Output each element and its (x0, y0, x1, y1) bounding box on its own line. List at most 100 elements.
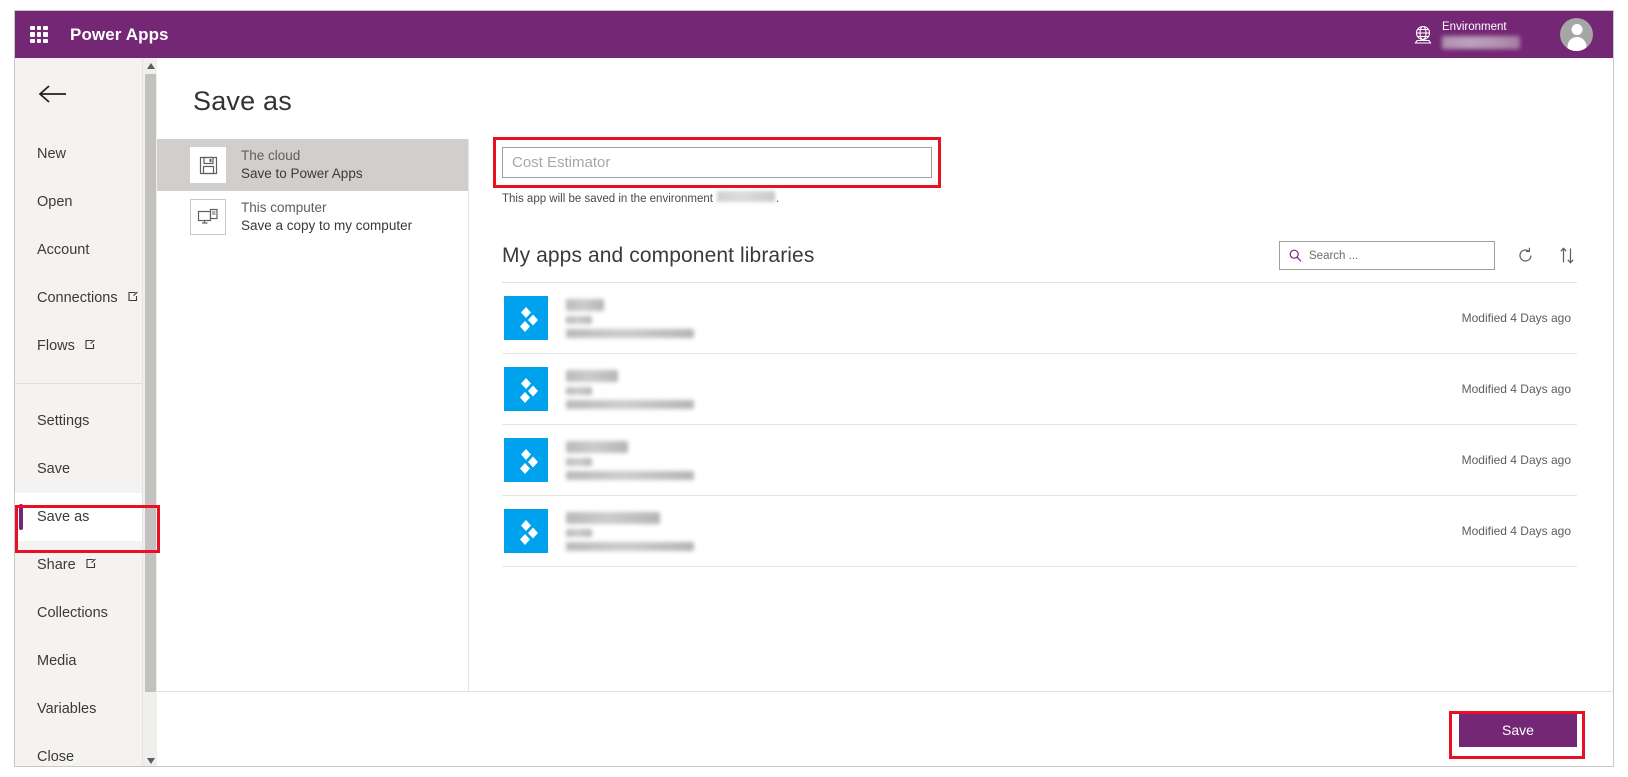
nav-items-list: New Open Account Connections Flows Setti… (15, 130, 157, 766)
save-as-form: This app will be saved in the environmen… (469, 137, 1613, 691)
environment-note-redacted-name (716, 191, 775, 202)
sidebar-item-save-as[interactable]: Save as (15, 493, 157, 541)
sidebar-item-label: Connections (37, 290, 118, 306)
sidebar-item-label: Save (37, 461, 71, 477)
sort-arrows-icon (1559, 247, 1574, 264)
table-row[interactable]: Modified 4 Days ago (502, 425, 1577, 496)
search-icon (1289, 249, 1302, 262)
app-detail-redacted (566, 328, 694, 338)
external-link-icon (85, 339, 95, 350)
table-row[interactable]: Modified 4 Days ago (502, 354, 1577, 425)
sidebar-scrollbar[interactable] (142, 58, 158, 766)
save-as-content: The cloud Save to Power Apps This comput… (157, 137, 1613, 691)
environment-label: Environment (1442, 21, 1507, 33)
apps-list-title: My apps and component libraries (502, 243, 815, 267)
external-link-icon (128, 291, 138, 302)
app-name-redacted (566, 369, 618, 382)
sidebar-scrollbar-thumb[interactable] (145, 74, 156, 692)
app-detail-redacted (566, 386, 592, 395)
sidebar-item-account[interactable]: Account (15, 226, 157, 274)
powerapps-logo-icon (504, 438, 548, 482)
environment-name-redacted (1442, 36, 1520, 49)
external-link-icon (86, 558, 96, 569)
app-meta (566, 369, 1462, 409)
search-input[interactable]: Search ... (1279, 241, 1495, 270)
sort-button[interactable] (1556, 245, 1577, 266)
sidebar-item-label: Account (37, 242, 90, 258)
sidebar-item-share[interactable]: Share (15, 541, 157, 589)
app-launcher-icon[interactable] (30, 25, 48, 44)
app-detail-redacted (566, 528, 592, 537)
sidebar-item-label: Settings (37, 413, 90, 429)
app-name-redacted (566, 511, 660, 524)
sidebar-item-open[interactable]: Open (15, 178, 157, 226)
app-modified-text: Modified 4 Days ago (1461, 311, 1571, 325)
environment-selector[interactable]: Environment (1413, 20, 1520, 49)
app-body: New Open Account Connections Flows Setti… (15, 58, 1613, 766)
destination-this-computer[interactable]: This computer Save a copy to my computer (157, 191, 468, 243)
apps-list-header: My apps and component libraries Search .… (502, 241, 1613, 270)
main-content-panel: Save as The cloud Save to Power Apps Thi… (157, 58, 1613, 766)
sidebar-item-label: Save as (37, 509, 90, 525)
app-detail-redacted (566, 315, 592, 324)
sidebar-item-label: Media (37, 653, 77, 669)
sidebar-item-connections[interactable]: Connections (15, 274, 157, 322)
refresh-icon (1519, 247, 1532, 262)
app-detail-redacted (566, 457, 592, 466)
sidebar-item-save[interactable]: Save (15, 445, 157, 493)
sidebar-item-new[interactable]: New (15, 130, 157, 178)
back-arrow-icon (38, 85, 66, 103)
app-name-redacted (566, 440, 628, 453)
sidebar-item-media[interactable]: Media (15, 637, 157, 685)
app-meta (566, 440, 1462, 480)
sidebar-item-close[interactable]: Close (15, 733, 157, 766)
sidebar-item-label: Open (37, 194, 73, 210)
table-row[interactable]: Modified 4 Days ago (502, 283, 1577, 354)
left-navigation-panel: New Open Account Connections Flows Setti… (15, 58, 160, 766)
scroll-down-arrow-icon[interactable] (143, 753, 158, 766)
app-meta (566, 298, 1462, 338)
app-modified-text: Modified 4 Days ago (1461, 524, 1571, 538)
app-modified-text: Modified 4 Days ago (1461, 453, 1571, 467)
environment-globe-icon (1414, 25, 1432, 44)
dialog-footer: Save (157, 691, 1613, 766)
topbar-right-group: Environment (1413, 11, 1613, 58)
app-detail-redacted (566, 541, 694, 551)
environment-note: This app will be saved in the environmen… (502, 191, 1613, 205)
page-title: Save as (193, 86, 292, 116)
destination-the-cloud[interactable]: The cloud Save to Power Apps (157, 139, 468, 191)
app-detail-redacted (566, 470, 694, 480)
scroll-up-arrow-icon[interactable] (143, 58, 158, 73)
back-button[interactable] (15, 58, 157, 130)
refresh-button[interactable] (1515, 245, 1536, 266)
save-button[interactable]: Save (1459, 713, 1577, 747)
sidebar-item-collections[interactable]: Collections (15, 589, 157, 637)
app-name-field-wrapper (493, 137, 941, 188)
sidebar-item-label: New (37, 146, 67, 162)
sidebar-item-variables[interactable]: Variables (15, 685, 157, 733)
powerapps-logo-icon (504, 367, 548, 411)
environment-note-suffix: . (775, 193, 780, 205)
sidebar-item-settings[interactable]: Settings (15, 397, 157, 445)
app-name-redacted (566, 298, 604, 311)
sidebar-item-label: Close (37, 749, 75, 765)
search-placeholder-text: Search ... (1309, 249, 1359, 262)
computer-monitor-icon (190, 199, 226, 235)
apps-list: Modified 4 Days ago Modified 4 Days ago … (502, 283, 1577, 567)
destination-subtitle: Save to Power Apps (241, 166, 363, 181)
apps-list-tools: Search ... (1279, 241, 1577, 270)
user-avatar-icon[interactable] (1560, 18, 1593, 51)
sidebar-item-label: Variables (37, 701, 97, 717)
save-destination-list: The cloud Save to Power Apps This comput… (157, 139, 469, 691)
sidebar-item-label: Share (37, 557, 76, 573)
destination-title: The cloud (241, 148, 301, 163)
sidebar-item-flows[interactable]: Flows (15, 322, 157, 370)
table-row[interactable]: Modified 4 Days ago (502, 496, 1577, 567)
environment-note-prefix: This app will be saved in the environmen… (502, 193, 713, 205)
destination-title: This computer (241, 200, 327, 215)
app-name-input[interactable] (502, 147, 932, 178)
app-modified-text: Modified 4 Days ago (1461, 382, 1571, 396)
sidebar-divider (15, 383, 157, 384)
destination-subtitle: Save a copy to my computer (241, 218, 413, 233)
sidebar-item-label: Flows (37, 338, 75, 354)
